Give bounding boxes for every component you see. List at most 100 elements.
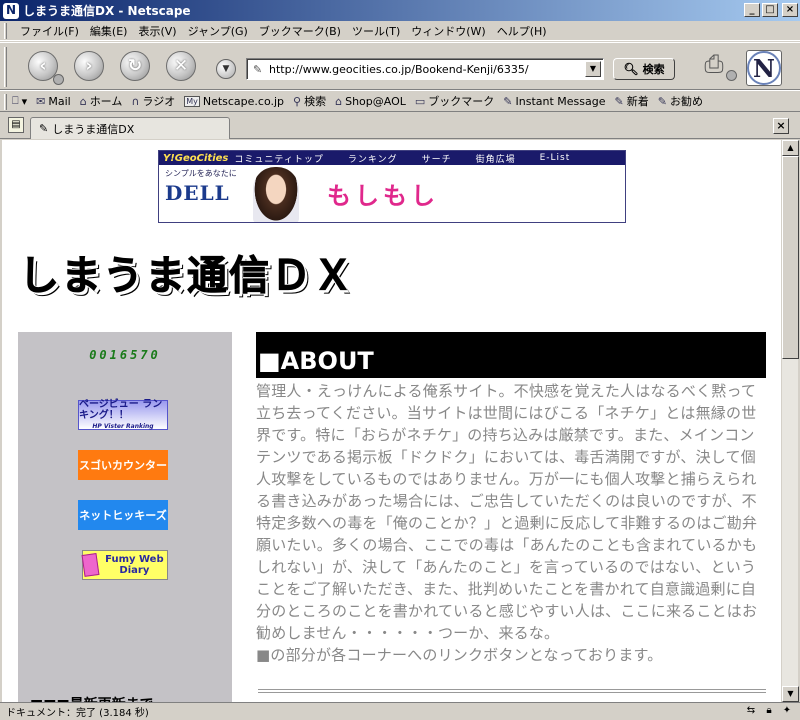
ad-banner[interactable]: Y!GeoCities コミュニティトップ ランキング サーチ 街角広場 E-L… bbox=[158, 150, 626, 223]
bookmark-home-label: ホーム bbox=[89, 95, 123, 108]
bookmark-shop[interactable]: ⌂ Shop@AOL bbox=[335, 95, 406, 108]
url-history-button[interactable]: ▼ bbox=[216, 59, 236, 79]
my-netscape-icon: My bbox=[184, 95, 200, 107]
bookmark-home[interactable]: ⌂ ホーム bbox=[80, 93, 123, 109]
page-icon: ✎ bbox=[39, 122, 49, 135]
counter-banner[interactable]: スゴいカウンター bbox=[78, 450, 168, 480]
window-controls: _ □ × bbox=[744, 3, 798, 17]
status-text: ドキュメント：完了 (3.184 秒) bbox=[6, 708, 149, 719]
diary-banner[interactable]: Fumy Web Diary bbox=[81, 550, 168, 580]
menu-bar: ファイル(F) 編集(E) 表示(V) ジャンプ(G) ブックマーク(B) ツー… bbox=[0, 21, 800, 41]
url-input[interactable] bbox=[269, 60, 581, 78]
scroll-thumb[interactable] bbox=[782, 156, 799, 359]
new-tab-icon[interactable]: ▤ bbox=[8, 117, 24, 133]
hikki-banner[interactable]: ネットヒッキーズ bbox=[78, 500, 168, 530]
search-button[interactable]: 🔍︎ 検索 bbox=[613, 58, 675, 80]
scroll-up-button[interactable]: ▲ bbox=[782, 140, 799, 156]
bookmarks-menu-button[interactable]: ⎕ ▾ bbox=[12, 94, 27, 108]
window-title: しまうま通信DX - Netscape bbox=[23, 4, 191, 18]
bookmark-search-label: 検索 bbox=[304, 95, 327, 108]
maximize-button[interactable]: □ bbox=[762, 3, 778, 17]
book-icon bbox=[81, 553, 100, 577]
bookmark-recommend[interactable]: ✎ お勧め bbox=[658, 93, 703, 109]
menu-edit[interactable]: 編集(E) bbox=[90, 23, 128, 39]
online-status-icon[interactable]: ⇆ bbox=[744, 704, 758, 717]
about-body: 管理人・えっけんによる俺系サイト。不快感を覚えた人はなるべく黙って立ち去ってくだ… bbox=[256, 380, 766, 666]
menu-bookmarks[interactable]: ブックマーク(B) bbox=[259, 23, 341, 39]
diary-label: Fumy Web Diary bbox=[105, 554, 164, 576]
ad-tagline: もしもし bbox=[327, 182, 439, 210]
status-icons: ⇆ 🔒︎ ✦ bbox=[744, 704, 794, 717]
reload-icon: ↻ bbox=[127, 56, 143, 76]
close-window-button[interactable]: × bbox=[782, 3, 798, 17]
geo-link-ranking[interactable]: ランキング bbox=[348, 152, 398, 165]
scroll-down-button[interactable]: ▼ bbox=[782, 686, 799, 702]
menu-tools[interactable]: ツール(T) bbox=[352, 23, 400, 39]
lock-icon[interactable]: 🔒︎ bbox=[762, 704, 776, 717]
envelope-icon: ✉ bbox=[36, 94, 46, 108]
tab-current[interactable]: ✎ しまうま通信DX bbox=[30, 117, 230, 139]
menu-file[interactable]: ファイル(F) bbox=[20, 23, 79, 39]
folder-icon: ⎕ bbox=[12, 94, 19, 107]
about-note: ■の部分が各コーナーへのリンクボタンとなっております。 bbox=[256, 646, 663, 664]
back-history-dropdown[interactable] bbox=[53, 74, 64, 85]
bookmark-shop-label: Shop@AOL bbox=[345, 94, 406, 108]
dell-logo: DELL bbox=[165, 181, 230, 205]
menu-view[interactable]: 表示(V) bbox=[138, 23, 176, 39]
section-divider bbox=[258, 689, 766, 693]
bookmark-recommend-label: お勧め bbox=[669, 95, 703, 108]
component-bar-icon[interactable]: ✦ bbox=[780, 704, 794, 717]
house-icon: ⌂ bbox=[79, 94, 87, 108]
close-tab-button[interactable]: × bbox=[773, 118, 789, 134]
window-titlebar: しまうま通信DX - Netscape _ □ × bbox=[0, 0, 800, 21]
minimize-button[interactable]: _ bbox=[744, 3, 760, 17]
folder-icon: ▭ bbox=[414, 94, 426, 108]
geo-link-elist[interactable]: E-List bbox=[540, 153, 571, 163]
status-bar: ドキュメント：完了 (3.184 秒) bbox=[0, 702, 800, 720]
link-icon: ✎ bbox=[657, 94, 667, 108]
menu-go[interactable]: ジャンプ(G) bbox=[188, 23, 248, 39]
bookmarks-grip bbox=[4, 94, 7, 110]
url-dropdown-button[interactable]: ▼ bbox=[585, 61, 601, 77]
headphones-icon: ∩ bbox=[131, 94, 140, 108]
bookmark-mail[interactable]: ✉ Mail bbox=[36, 95, 71, 108]
geo-link-plaza[interactable]: 街角広場 bbox=[476, 152, 516, 165]
bookmark-netscape-label: Netscape.co.jp bbox=[202, 94, 285, 108]
bookmark-mail-label: Mail bbox=[48, 94, 71, 108]
geocities-logo[interactable]: Y!GeoCities bbox=[159, 152, 235, 164]
stop-button[interactable]: ✕ bbox=[166, 51, 196, 81]
bookmark-netscape[interactable]: My Netscape.co.jp bbox=[184, 95, 284, 108]
bookmark-search[interactable]: ⚲ 検索 bbox=[293, 93, 326, 109]
netscape-logo-icon[interactable]: N bbox=[746, 50, 782, 86]
bookmark-radio-label: ラジオ bbox=[142, 95, 176, 108]
menu-help[interactable]: ヘルプ(H) bbox=[497, 23, 547, 39]
geo-link-community[interactable]: コミュニティトップ bbox=[234, 152, 323, 165]
forward-button[interactable]: › bbox=[74, 51, 104, 81]
bookmark-radio[interactable]: ∩ ラジオ bbox=[131, 93, 175, 109]
bookmark-new[interactable]: ✎ 新着 bbox=[615, 93, 649, 109]
link-icon: ✎ bbox=[503, 94, 513, 108]
reload-button[interactable]: ↻ bbox=[120, 51, 150, 81]
menu-window[interactable]: ウィンドウ(W) bbox=[411, 23, 485, 39]
about-heading: ■ABOUT bbox=[256, 332, 766, 378]
sidebar-heading: ■■■最新更新まで bbox=[30, 694, 154, 702]
toolbar-grip bbox=[4, 47, 7, 87]
vertical-scrollbar[interactable]: ▲ ▼ bbox=[781, 140, 799, 702]
back-arrow-icon: ‹ bbox=[39, 56, 47, 76]
ranking-label: ページビュー ランキング！！ bbox=[79, 398, 163, 421]
visitor-counter: 0016570 bbox=[89, 348, 161, 362]
bookmark-folder-label: ブックマーク bbox=[428, 95, 495, 108]
forward-arrow-icon: › bbox=[85, 56, 93, 76]
geo-link-search[interactable]: サーチ bbox=[422, 152, 452, 165]
ranking-sub: HP Vister Ranking bbox=[92, 422, 154, 430]
geocities-navbar: Y!GeoCities コミュニティトップ ランキング サーチ 街角広場 E-L… bbox=[159, 151, 625, 165]
magnifier-icon: 🔍︎ bbox=[623, 62, 639, 76]
bookmark-im[interactable]: ✎ Instant Message bbox=[503, 95, 605, 108]
ranking-banner[interactable]: ページビュー ランキング！！ HP Vister Ranking bbox=[78, 398, 168, 430]
bookmark-folder[interactable]: ▭ ブックマーク bbox=[415, 93, 494, 109]
print-dropdown[interactable] bbox=[726, 70, 737, 81]
chevron-down-icon: ▼ bbox=[222, 64, 230, 74]
url-bar[interactable]: ✎ ▼ bbox=[246, 58, 604, 80]
bookmark-im-label: Instant Message bbox=[515, 94, 606, 108]
tab-label: しまうま通信DX bbox=[52, 122, 135, 136]
